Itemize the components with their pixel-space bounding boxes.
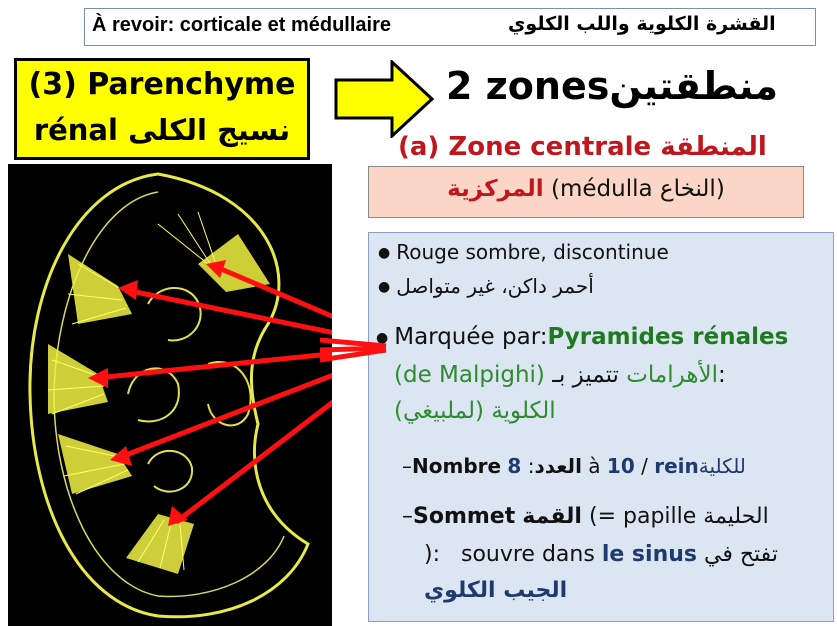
qimma-label: القمة <box>522 504 582 529</box>
adad-label: العدد <box>534 454 582 478</box>
souvre-line: ): souvre dans le sinus تفتح في <box>424 542 778 567</box>
tuftah-text: تفتح في <box>704 542 778 567</box>
medulla-ar-paren: النخاع) <box>659 176 725 202</box>
souvre-colon: ): <box>424 542 440 567</box>
review-french-text: À revoir: corticale et médullaire <box>92 14 392 36</box>
zone-central-heading: (a) Zone centrale المنطقة <box>398 132 767 162</box>
nombre-line: –Nombre العدد: 8 à 10 / reinللكلية <box>402 454 746 478</box>
papille-text: (= papille <box>588 504 697 529</box>
zone-central-ar: المنطقة <box>660 132 767 162</box>
malpighi-text: (de Malpighi) <box>394 362 545 388</box>
arrow-tails-graphic <box>320 337 387 363</box>
rein-text: rein <box>654 454 699 478</box>
zones-arabic: منطقتين <box>609 64 778 108</box>
kidney-illustration <box>8 164 332 626</box>
medulla-text: المركزية (médulla النخاع) <box>368 176 804 202</box>
sommet-line: –Sommet القمة (= papille الحليمة <box>402 504 769 529</box>
bullet-marquee: ● Marquée par:Pyramides rénales <box>376 324 788 350</box>
marquee-prefix: Marquée par: <box>394 324 548 350</box>
kulawiya-line: الكلوية (لملبيغي) <box>394 398 556 424</box>
review-arabic-text: القشرة الكلوية واللب الكلوي <box>508 13 776 35</box>
zones-title: 2 zonesمنطقتين <box>446 64 778 108</box>
nombre-a: à <box>588 454 601 478</box>
lilkulya-text: للكلية <box>698 454 746 478</box>
jayb-line: الجيب الكلوي <box>424 578 568 603</box>
medulla-fr: (médulla <box>551 176 653 202</box>
bullet-dot-icon: ● <box>378 279 391 295</box>
parenchyme-number: (3) <box>28 67 77 102</box>
parenchyme-title-line: (3) Parenchyme <box>17 67 307 102</box>
malpighi-line: (de Malpighi) الأهرامات تتميز بـ: <box>394 362 726 388</box>
medulla-ar-bold: المركزية <box>447 176 544 202</box>
parenchyme-fr-rest: rénal <box>33 113 118 147</box>
parenchyme-fr-title: Parenchyme <box>87 67 296 102</box>
nombre-label: Nombre <box>412 454 502 478</box>
nombre-range-2: 10 <box>606 454 635 478</box>
bullet-ahmar: ● أحمر داكن، غير متواصل <box>378 274 594 298</box>
dash-icon: – <box>402 504 413 529</box>
parenchyme-subtitle-line: rénal نسيج الكلى <box>17 113 307 147</box>
parenchyme-ar: نسيج الكلى <box>128 113 291 147</box>
ahramat-text: الأهرامات <box>626 362 718 388</box>
sommet-label: Sommet <box>413 504 516 529</box>
zones-count: 2 zones <box>446 64 610 108</box>
nombre-range-1: 8 <box>507 454 522 478</box>
parenchyme-box: (3) Parenchyme rénal نسيج الكلى <box>14 58 310 160</box>
bullet-dot-icon: ● <box>378 245 391 261</box>
halima-text: الحليمة <box>703 504 769 529</box>
slash: / <box>641 454 648 478</box>
dash-icon: – <box>402 454 412 478</box>
zone-central-fr: (a) Zone centrale <box>398 132 652 162</box>
right-arrow-icon <box>334 60 434 138</box>
bullet-rouge: ● Rouge sombre, discontinue <box>378 240 669 264</box>
souvre-text: souvre dans <box>460 542 595 567</box>
pyramides-text: Pyramides rénales <box>547 324 789 350</box>
sinus-text: le sinus <box>601 542 697 567</box>
ahmar-text: أحمر داكن، غير متواصل <box>396 274 594 298</box>
rouge-text: Rouge sombre, discontinue <box>396 240 669 264</box>
